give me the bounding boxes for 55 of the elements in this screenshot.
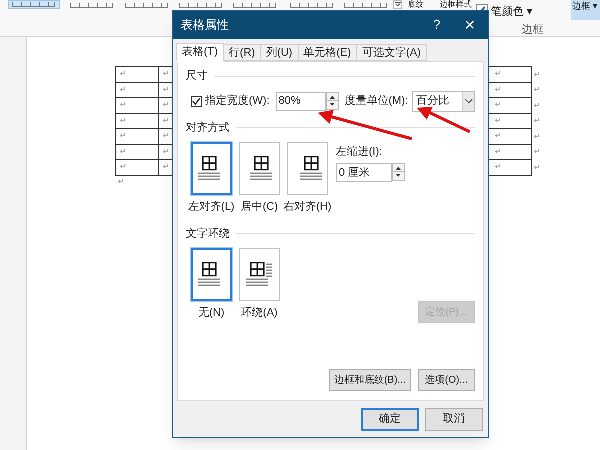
border-styles-button[interactable]: 边框样式 — [440, 0, 472, 9]
end-of-row-mark: ↵ — [534, 130, 541, 143]
shading-button[interactable]: 底纹 — [408, 0, 424, 9]
spin-buttons[interactable] — [392, 162, 405, 180]
indent-field[interactable]: 0 厘米 — [336, 162, 392, 182]
spin-buttons[interactable] — [326, 92, 339, 110]
tab[interactable]: 可选文字(A) — [356, 44, 427, 61]
unit-dropdown[interactable]: 百分比 — [412, 90, 475, 112]
help-button[interactable]: ? — [422, 15, 452, 35]
pen-color-button[interactable]: 笔颜色 ▾ — [491, 4, 534, 20]
option-label: 居中(C) — [240, 200, 278, 215]
end-of-row-mark: ↵ — [534, 146, 541, 158]
borders-button[interactable]: 边框 ▾ — [571, 0, 600, 20]
field-label: 度量单位(M): — [344, 94, 408, 109]
table-layout-icon — [198, 262, 220, 287]
table-layout-icon — [300, 156, 322, 181]
table-cell: ↵ — [115, 159, 159, 176]
tab[interactable]: 列(U) — [260, 44, 299, 61]
table-cell: ↵ — [115, 66, 159, 82]
tab[interactable]: 表格(T) — [176, 43, 224, 62]
option-button[interactable] — [239, 142, 280, 195]
field-label: 左缩进(I): — [336, 144, 384, 160]
option-label: 无(N) — [198, 306, 225, 321]
section-label: 文字环绕 — [186, 226, 230, 242]
option-button[interactable] — [239, 248, 280, 301]
table-layout-icon — [250, 156, 272, 181]
dialog-button[interactable]: 选项(O)... — [418, 369, 475, 391]
dialog-button[interactable]: 确定 — [361, 408, 419, 431]
paragraph-mark: ↵ — [117, 176, 126, 188]
window-title: 表格属性 — [181, 17, 230, 34]
end-of-row-mark: ↵ — [534, 162, 541, 174]
table-style-thumbnail[interactable] — [8, 0, 60, 9]
table-layout-icon — [198, 156, 220, 181]
end-of-row-mark: ↵ — [534, 100, 541, 112]
tab[interactable]: 行(R) — [223, 44, 262, 61]
dialog-button[interactable]: 取消 — [425, 408, 483, 431]
checkbox-label: 指定宽度(W): — [205, 94, 270, 109]
group-label: 边框 — [522, 23, 544, 38]
width-field[interactable]: 80% — [276, 92, 326, 110]
chevron-down-icon — [462, 92, 474, 110]
tab[interactable]: 单元格(E) — [298, 44, 358, 61]
scroll-more-button[interactable] — [393, 0, 402, 9]
close-button[interactable]: × — [452, 16, 488, 34]
end-of-row-mark: ↵ — [534, 115, 541, 128]
dialog-button[interactable]: 边框和底纹(B)... — [329, 369, 411, 391]
end-of-row-mark: ↵ — [534, 68, 541, 81]
option-label: 右对齐(H) — [283, 200, 332, 215]
end-of-row-mark: ↵ — [534, 84, 541, 96]
option-button[interactable] — [191, 142, 232, 195]
option-label: 环绕(A) — [241, 306, 278, 321]
option-button[interactable] — [191, 248, 232, 301]
option-button[interactable] — [287, 142, 328, 195]
option-label: 左对齐(L) — [188, 200, 235, 215]
checkbox[interactable] — [191, 96, 202, 106]
table-layout-icon — [246, 262, 272, 287]
